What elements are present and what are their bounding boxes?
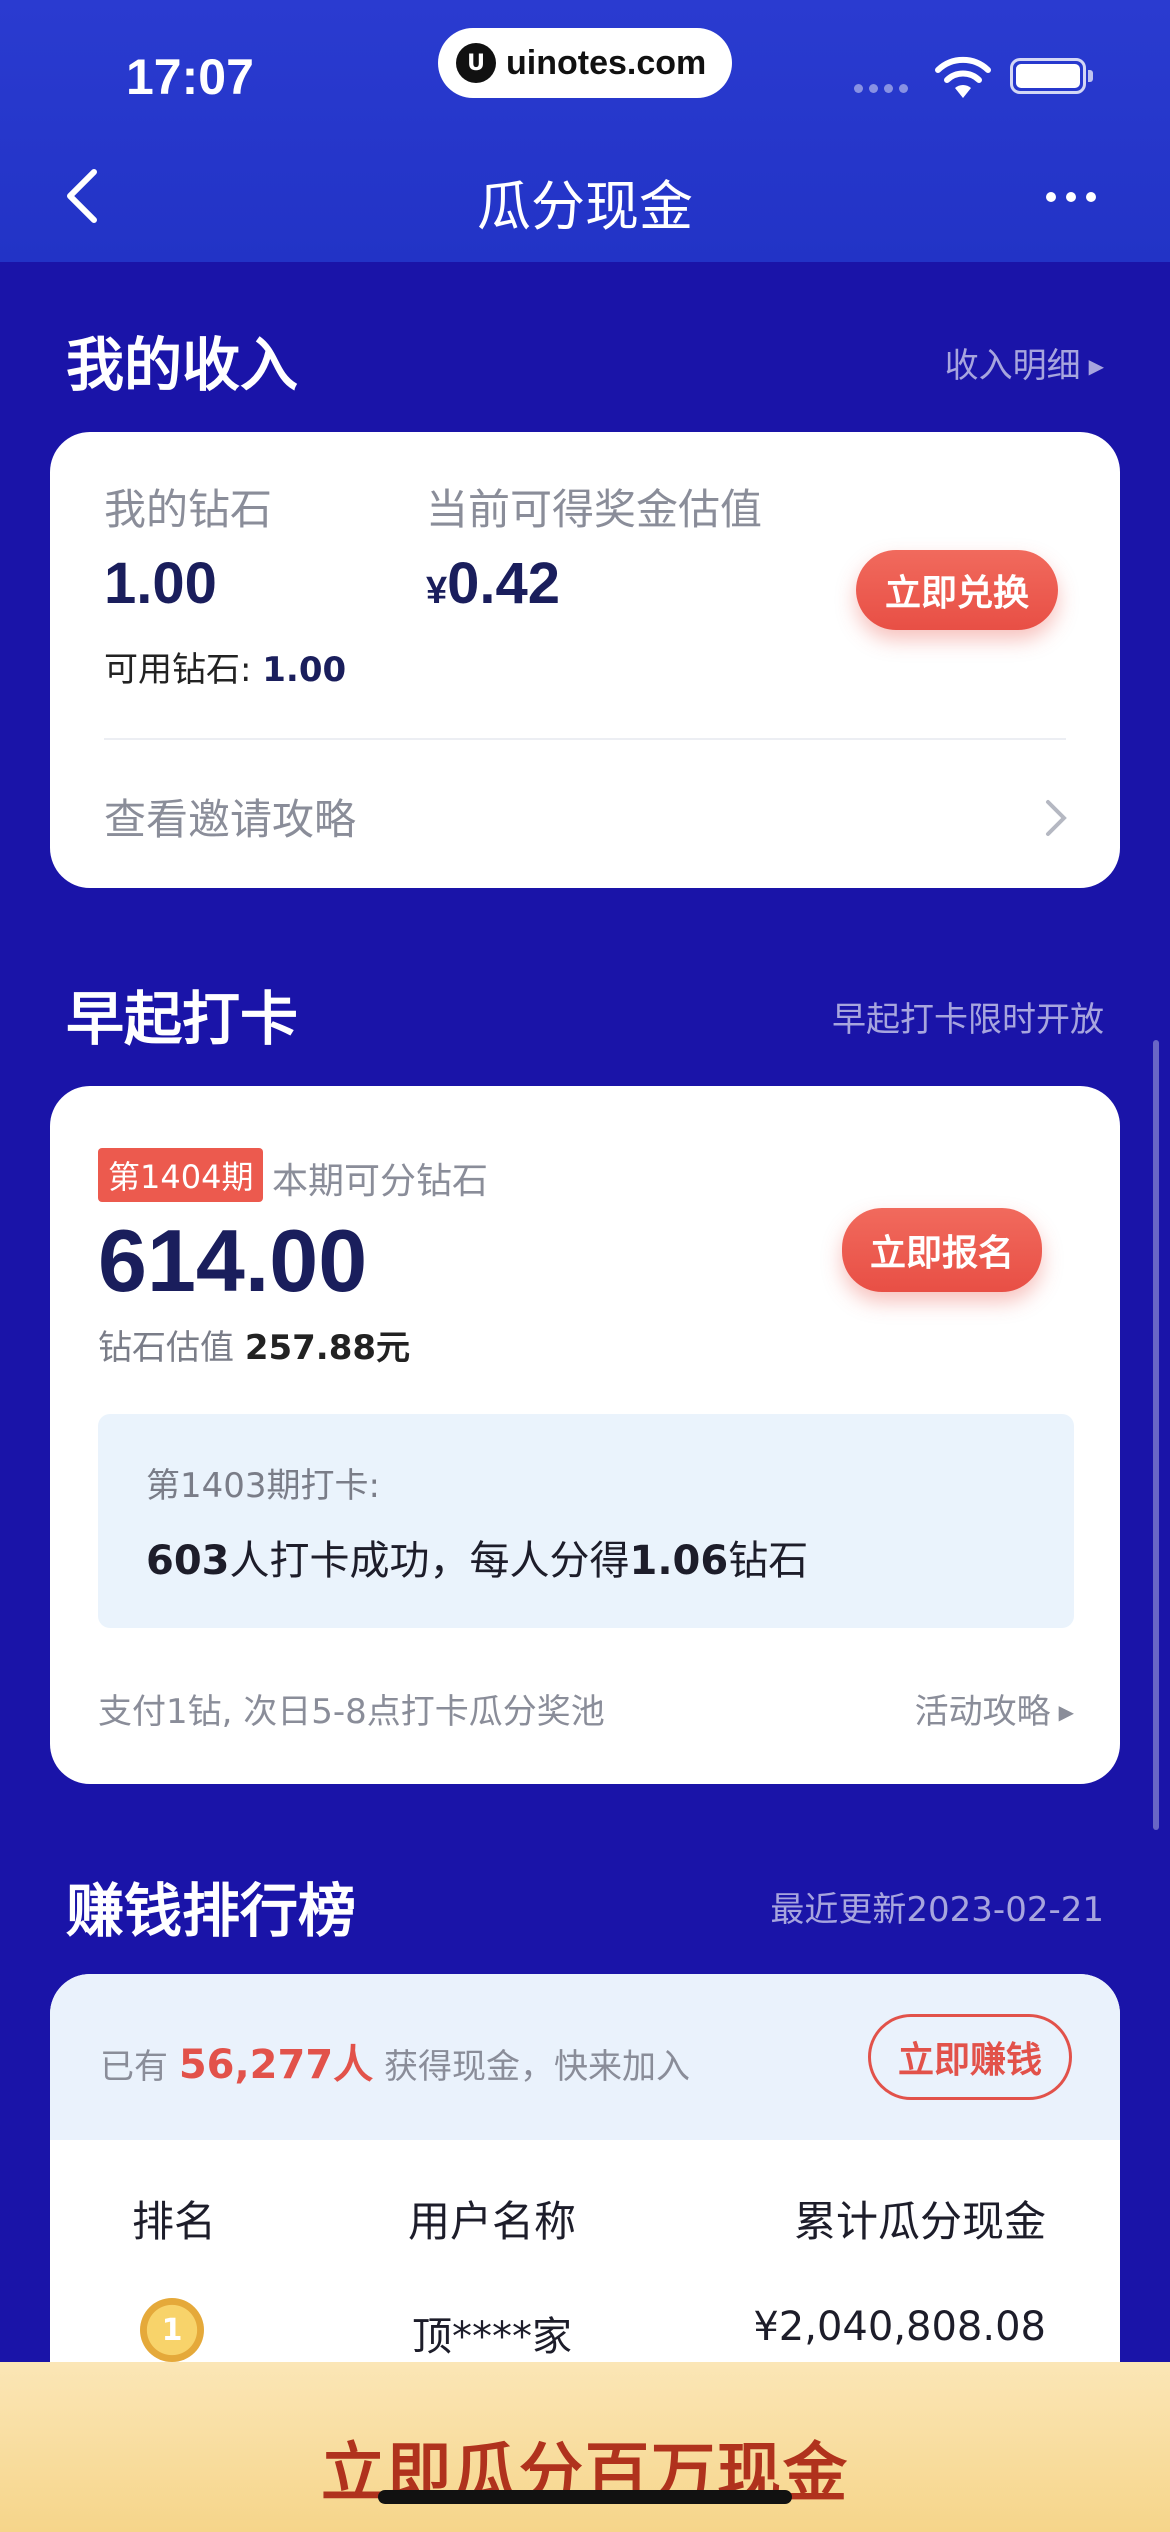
signup-button[interactable]: 立即报名 xyxy=(842,1208,1042,1292)
rule-text: 支付1钻, 次日5-8点打卡瓜分奖池 xyxy=(98,1692,605,1732)
period-diamonds: 614.00 xyxy=(98,1211,368,1310)
income-section-title: 我的收入 xyxy=(66,331,299,399)
last-text-1: 人打卡成功，每人分得 xyxy=(229,1538,630,1584)
url-pill[interactable]: U uinotes.com xyxy=(438,28,732,98)
invite-guide-row[interactable]: 查看邀请攻略 xyxy=(50,742,1120,888)
site-logo-icon: U xyxy=(456,43,496,83)
column-rank: 排名 xyxy=(132,2197,217,2246)
available-diamonds: 可用钻石: 1.00 xyxy=(104,642,346,691)
column-total-cash: 累计瓜分现金 xyxy=(793,2197,1046,2246)
banner-prefix: 已有 xyxy=(100,2047,179,2087)
battery-cap xyxy=(1088,70,1093,82)
page-title: 瓜分现金 xyxy=(477,175,693,238)
last-period-box: 第1403期打卡: 603人打卡成功，每人分得1.06钻石 xyxy=(98,1414,1074,1628)
currency-symbol: ¥ xyxy=(426,570,448,612)
rank-number: 1 xyxy=(161,2312,183,2348)
chevron-right-icon xyxy=(1046,800,1067,836)
activity-guide-link[interactable]: 活动攻略 ▶ xyxy=(915,1684,1074,1733)
caret-right-icon: ▶ xyxy=(1058,1700,1074,1724)
checkin-card: 第1404期 本期可分钻石 614.00 钻石估值 257.88元 立即报名 第… xyxy=(50,1086,1120,1784)
estimate-row: 钻石估值 257.88元 xyxy=(98,1320,410,1369)
cellular-signal-icon xyxy=(854,84,908,93)
bonus-amount: 0.42 xyxy=(447,551,561,616)
banner-count: 56,277人 xyxy=(178,2042,374,2088)
bonus-label: 当前可得奖金估值 xyxy=(426,485,763,534)
caret-right-icon: ▶ xyxy=(1088,354,1104,378)
period-badge: 第1404期 xyxy=(98,1148,264,1202)
available-label: 可用钻石: xyxy=(104,650,263,690)
checkin-section-title: 早起打卡 xyxy=(66,985,299,1053)
url-text: uinotes.com xyxy=(506,43,707,82)
scrollbar[interactable] xyxy=(1153,1040,1159,1830)
diamonds-label: 我的钻石 xyxy=(104,485,273,534)
last-period-result: 603人打卡成功，每人分得1.06钻石 xyxy=(146,1528,808,1586)
bottom-cta-label: 立即瓜分百万现金 xyxy=(321,2437,849,2511)
income-detail-label: 收入明细 xyxy=(944,346,1081,386)
activity-guide-label: 活动攻略 xyxy=(914,1692,1051,1732)
ranking-updated: 最近更新2023-02-21 xyxy=(770,1890,1104,1930)
exchange-button[interactable]: 立即兑换 xyxy=(856,550,1058,630)
home-indicator[interactable] xyxy=(378,2490,792,2504)
ranking-section-title: 赚钱排行榜 xyxy=(66,1877,357,1945)
estimate-value: 257.88元 xyxy=(244,1328,411,1368)
available-value: 1.00 xyxy=(262,650,347,690)
banner-text: 已有 56,277人 获得现金，快来加入 xyxy=(100,2032,690,2090)
last-text-2: 钻石 xyxy=(728,1538,809,1584)
checkin-section-note: 早起打卡限时开放 xyxy=(832,1000,1104,1040)
more-menu-icon[interactable] xyxy=(1046,192,1096,202)
wifi-icon xyxy=(935,56,991,98)
invite-guide-label: 查看邀请攻略 xyxy=(104,795,357,844)
divider xyxy=(104,738,1066,740)
ranking-banner: 已有 56,277人 获得现金，快来加入 立即赚钱 xyxy=(50,1974,1120,2140)
last-period-title: 第1403期打卡: xyxy=(146,1466,380,1506)
income-detail-link[interactable]: 收入明细 ▶ xyxy=(945,338,1104,387)
diamonds-value: 1.00 xyxy=(104,551,217,616)
estimate-label: 钻石估值 xyxy=(98,1328,245,1368)
bonus-value: ¥0.42 xyxy=(426,550,560,617)
status-time: 17:07 xyxy=(126,49,254,105)
income-card: 我的钻石 1.00 可用钻石: 1.00 当前可得奖金估值 ¥0.42 立即兑换… xyxy=(50,432,1120,888)
last-count: 603 xyxy=(146,1538,230,1584)
battery-icon xyxy=(1010,58,1086,94)
gold-medal-icon: 1 xyxy=(140,2298,204,2362)
earn-button[interactable]: 立即赚钱 xyxy=(868,2014,1072,2100)
ranking-table-header: 排名 用户名称 累计瓜分现金 xyxy=(50,2188,1120,2248)
row-amount: ¥2,040,808.08 xyxy=(753,2304,1046,2350)
last-share: 1.06 xyxy=(629,1538,729,1584)
top-bar: 17:07 U uinotes.com 瓜分现金 xyxy=(0,0,1170,262)
banner-suffix: 获得现金，快来加入 xyxy=(373,2047,690,2087)
column-username: 用户名称 xyxy=(408,2197,577,2246)
bottom-cta-button[interactable]: 立即瓜分百万现金 xyxy=(0,2362,1170,2532)
row-username: 顶****家 xyxy=(412,2314,572,2360)
period-label: 本期可分钻石 xyxy=(272,1161,489,1202)
